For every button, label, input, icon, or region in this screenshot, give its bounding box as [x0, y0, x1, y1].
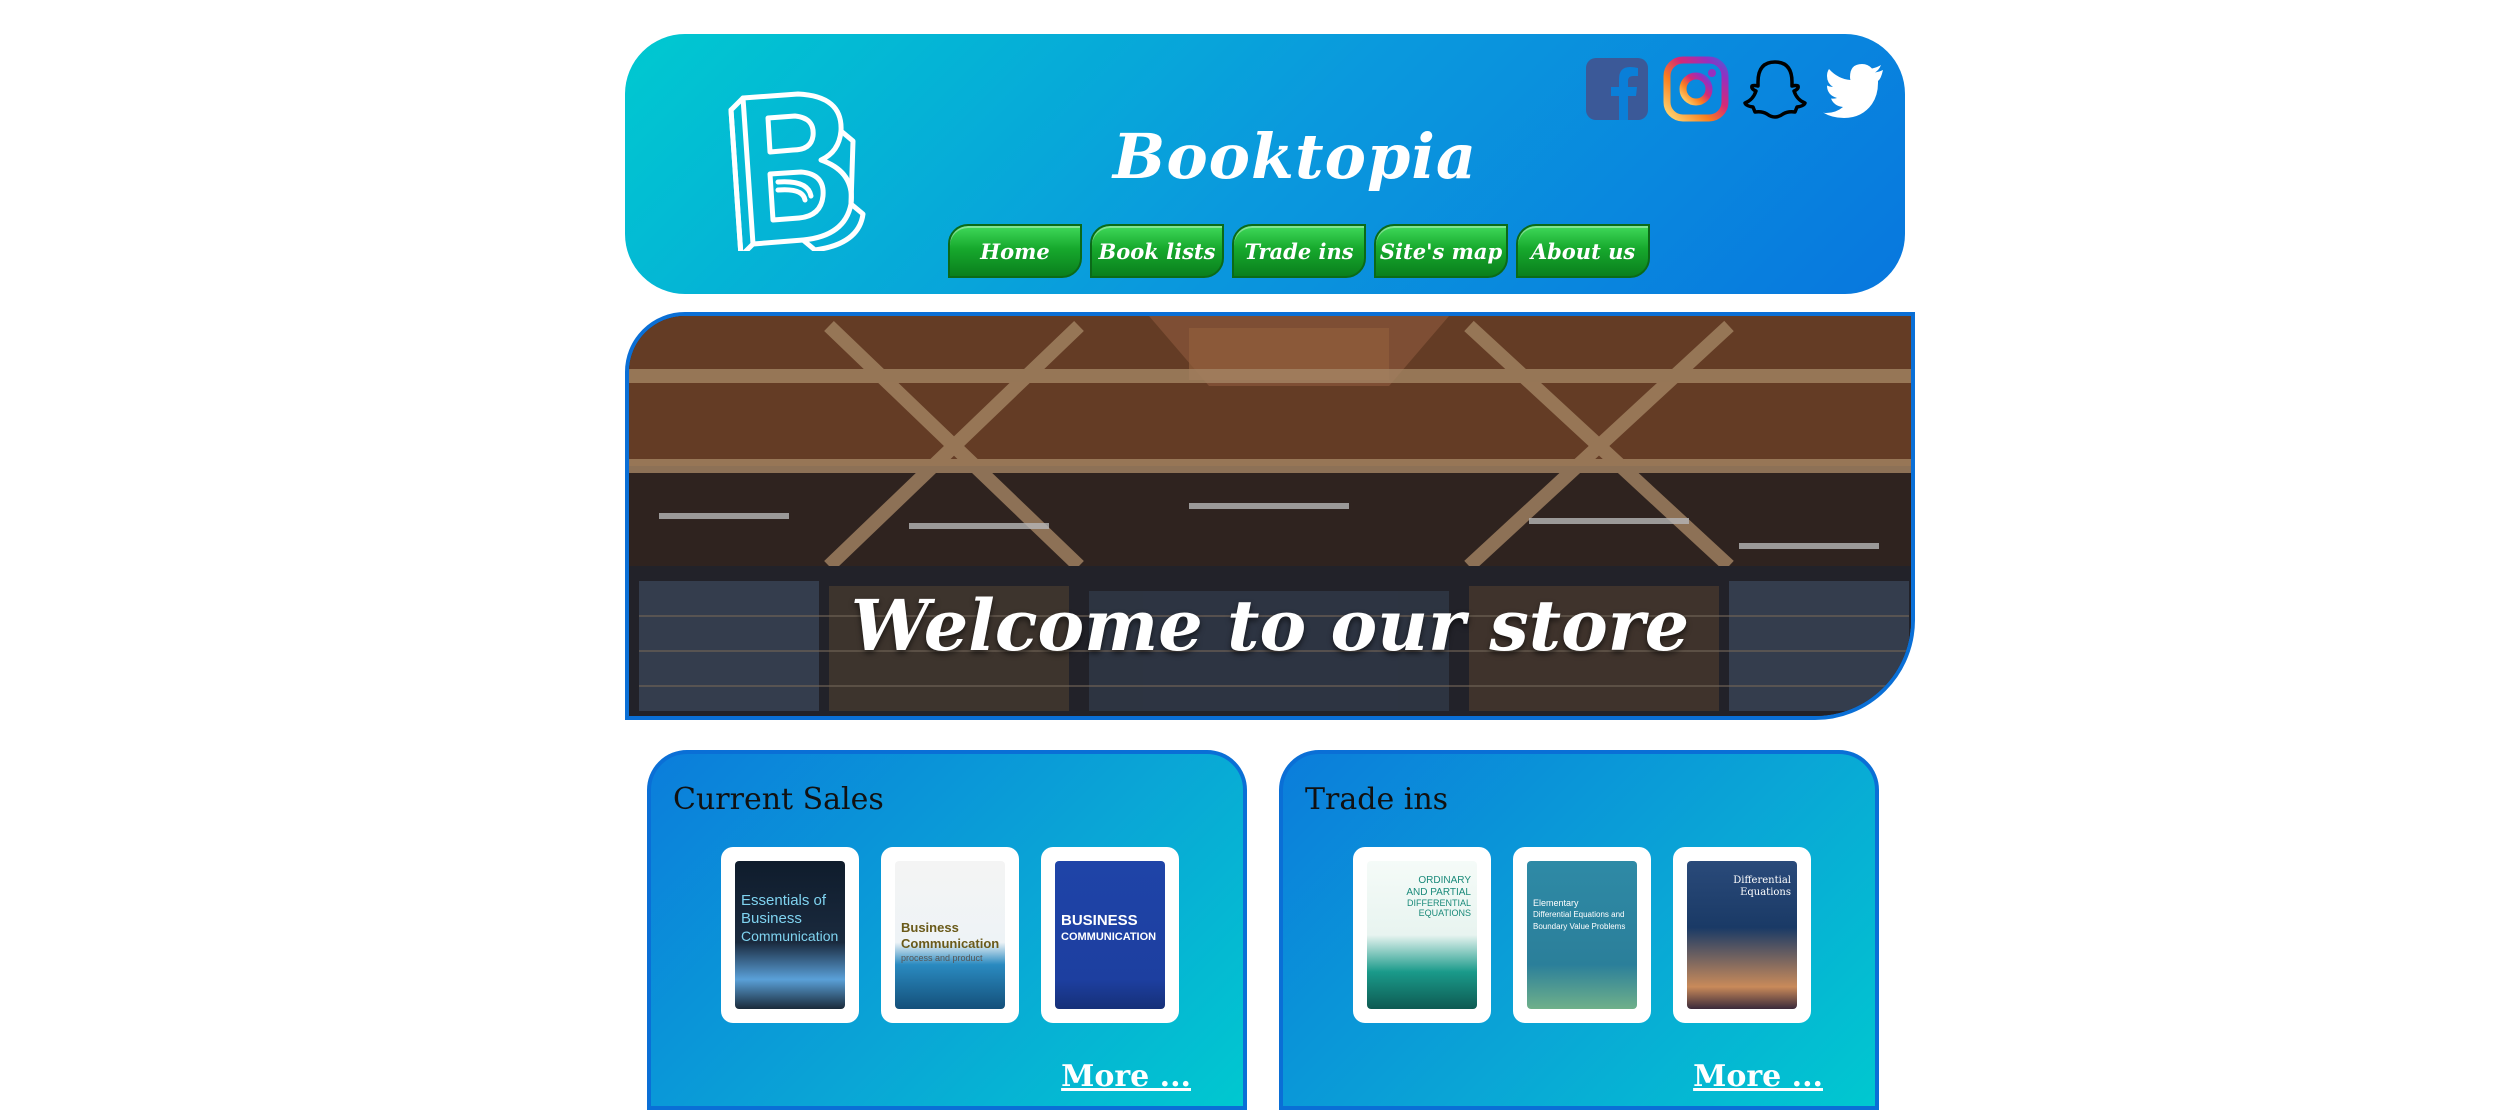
sales-books: Essentials of Business Communication Bus…: [721, 847, 1179, 1023]
book-card[interactable]: Differential Equations: [1673, 847, 1811, 1023]
book-title-line: Business: [901, 920, 959, 935]
current-sales-panel: Current Sales Essentials of Business Com…: [647, 750, 1247, 1110]
book-card[interactable]: Essentials of Business Communication: [721, 847, 859, 1023]
book-title-line: Equations: [1740, 887, 1791, 898]
trade-ins-panel: Trade ins ORDINARY AND PARTIAL DIFFERENT…: [1279, 750, 1879, 1110]
twitter-icon[interactable]: [1821, 56, 1887, 122]
trade-more-link[interactable]: More ...: [1693, 1059, 1823, 1094]
book-title-line: process and product: [901, 953, 983, 963]
social-links: [1584, 56, 1887, 122]
book-cover: Elementary Differential Equations and Bo…: [1527, 861, 1637, 1009]
book-title-line: Differential: [1733, 875, 1791, 886]
book-title-line: Communication: [741, 928, 839, 944]
book-title-line: ORDINARY: [1418, 875, 1471, 886]
sales-more-link[interactable]: More ...: [1061, 1059, 1191, 1094]
hero-banner: Welcome to our store: [625, 312, 1915, 720]
book-title-line: Essentials of: [741, 892, 827, 909]
nav-trade-ins[interactable]: Trade ins: [1232, 224, 1366, 278]
book-cover: Essentials of Business Communication: [735, 861, 845, 1009]
trade-ins-title: Trade ins: [1305, 782, 1449, 817]
snapchat-icon[interactable]: [1742, 56, 1808, 122]
trade-books: ORDINARY AND PARTIAL DIFFERENTIAL EQUATI…: [1353, 847, 1811, 1023]
book-title-line: Business: [741, 910, 802, 927]
book-cover: BUSINESS COMMUNICATION: [1055, 861, 1165, 1009]
book-card[interactable]: Business Communication process and produ…: [881, 847, 1019, 1023]
hero-welcome-text: Welcome to our store: [850, 584, 1690, 667]
nav-about-us[interactable]: About us: [1516, 224, 1650, 278]
book-title-line: DIFFERENTIAL EQUATIONS: [1406, 898, 1471, 918]
nav-book-lists[interactable]: Book lists: [1090, 224, 1224, 278]
site-header: Booktopia Home Book lists Trade ins Site…: [625, 34, 1905, 294]
current-sales-title: Current Sales: [673, 782, 884, 817]
book-card[interactable]: ORDINARY AND PARTIAL DIFFERENTIAL EQUATI…: [1353, 847, 1491, 1023]
book-title-line: Differential Equations and: [1533, 910, 1625, 919]
book-title-line: BUSINESS: [1061, 912, 1138, 929]
instagram-icon[interactable]: [1663, 56, 1729, 122]
book-card[interactable]: BUSINESS COMMUNICATION: [1041, 847, 1179, 1023]
book-cover: ORDINARY AND PARTIAL DIFFERENTIAL EQUATI…: [1367, 861, 1477, 1009]
book-card[interactable]: Elementary Differential Equations and Bo…: [1513, 847, 1651, 1023]
book-title-line: COMMUNICATION: [1061, 931, 1157, 943]
nav-sites-map[interactable]: Site's map: [1374, 224, 1508, 278]
main-nav: Home Book lists Trade ins Site's map Abo…: [948, 224, 1650, 278]
book-cover: Business Communication process and produ…: [895, 861, 1005, 1009]
book-title-line: AND PARTIAL: [1406, 887, 1471, 898]
nav-home[interactable]: Home: [948, 224, 1082, 278]
site-title: Booktopia: [1112, 120, 1478, 193]
book-title-line: Elementary: [1533, 898, 1579, 908]
book-title-line: Communication: [901, 936, 1000, 951]
facebook-icon[interactable]: [1584, 56, 1650, 122]
book-title-line: Boundary Value Problems: [1533, 922, 1626, 931]
book-cover: Differential Equations: [1687, 861, 1797, 1009]
